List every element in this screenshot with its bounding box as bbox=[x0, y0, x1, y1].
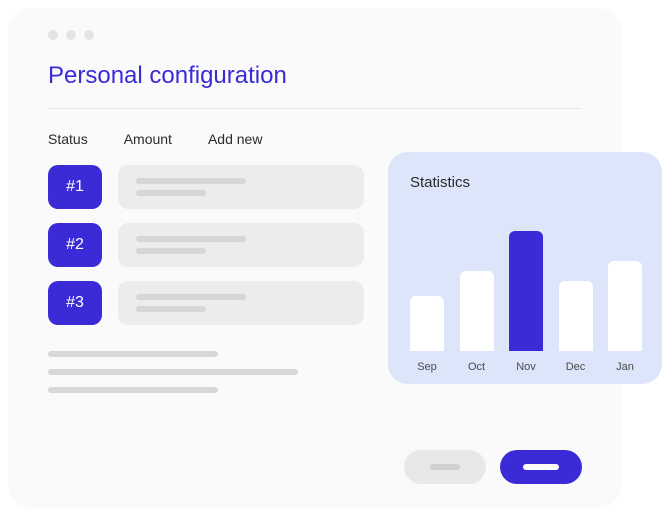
placeholder-line bbox=[48, 369, 298, 375]
window-dot-icon bbox=[66, 30, 76, 40]
confirm-button[interactable] bbox=[500, 450, 582, 484]
window-dot-icon bbox=[84, 30, 94, 40]
placeholder-line bbox=[136, 294, 246, 300]
placeholder-line bbox=[48, 351, 218, 357]
chart-axis-label: Jan bbox=[608, 361, 642, 373]
window-controls bbox=[48, 30, 582, 40]
button-label-placeholder bbox=[523, 464, 559, 470]
row-badge: #2 bbox=[48, 223, 102, 267]
page-title: Personal configuration bbox=[48, 62, 582, 90]
placeholder-line bbox=[136, 190, 206, 196]
tab-amount[interactable]: Amount bbox=[124, 131, 172, 147]
chart-bar[interactable] bbox=[559, 281, 593, 351]
placeholder-line bbox=[136, 306, 206, 312]
window-dot-icon bbox=[48, 30, 58, 40]
chart-labels: Sep Oct Nov Dec Jan bbox=[410, 361, 642, 373]
button-label-placeholder bbox=[430, 464, 460, 470]
placeholder-line bbox=[136, 178, 246, 184]
bar-chart bbox=[410, 211, 642, 351]
chart-axis-label: Nov bbox=[509, 361, 543, 373]
chart-bar[interactable] bbox=[460, 271, 494, 351]
row-content bbox=[118, 165, 364, 209]
placeholder-line bbox=[136, 236, 246, 242]
chart-axis-label: Dec bbox=[559, 361, 593, 373]
row-badge: #3 bbox=[48, 281, 102, 325]
tab-status[interactable]: Status bbox=[48, 131, 88, 147]
cancel-button[interactable] bbox=[404, 450, 486, 484]
divider bbox=[48, 108, 582, 109]
chart-bar[interactable] bbox=[608, 261, 642, 351]
tabs: Status Amount Add new bbox=[48, 131, 582, 147]
row-badge: #1 bbox=[48, 165, 102, 209]
chart-axis-label: Oct bbox=[460, 361, 494, 373]
statistics-card: Statistics Sep Oct Nov Dec Jan bbox=[388, 152, 662, 384]
statistics-title: Statistics bbox=[410, 174, 642, 191]
row-content bbox=[118, 223, 364, 267]
chart-bar[interactable] bbox=[509, 231, 543, 351]
chart-bar[interactable] bbox=[410, 296, 444, 351]
chart-axis-label: Sep bbox=[410, 361, 444, 373]
placeholder-line bbox=[48, 387, 218, 393]
tab-add-new[interactable]: Add new bbox=[208, 131, 262, 147]
footer-buttons bbox=[404, 450, 582, 484]
placeholder-line bbox=[136, 248, 206, 254]
row-content bbox=[118, 281, 364, 325]
